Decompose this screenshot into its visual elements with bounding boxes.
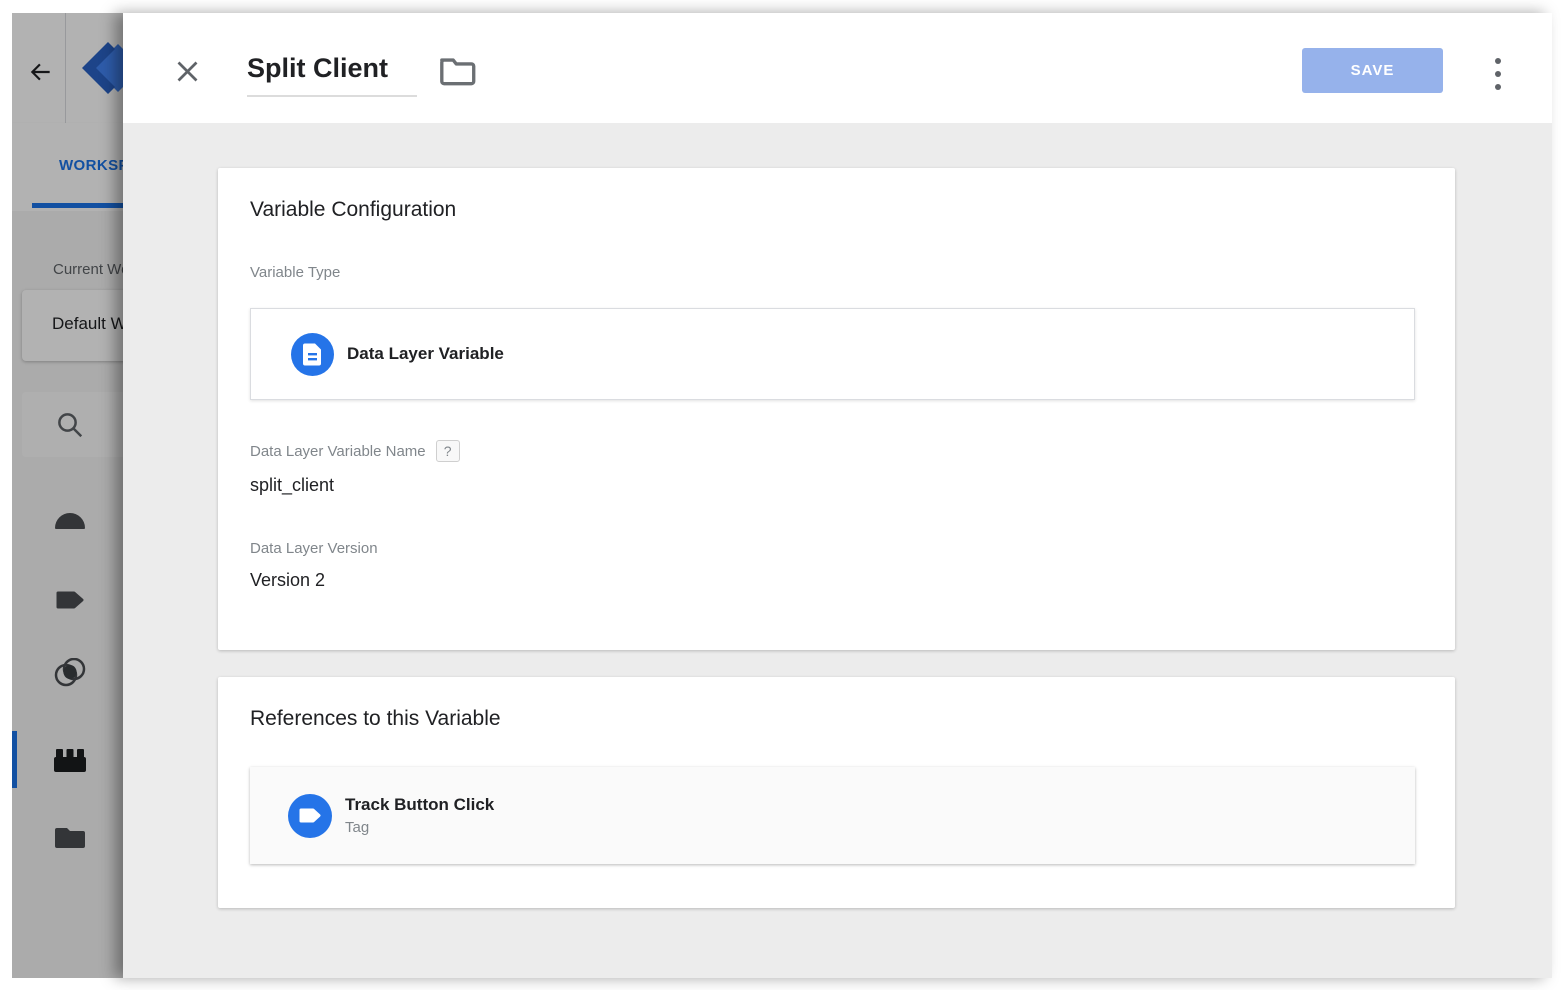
- dlv-version-label: Data Layer Version: [250, 540, 1423, 557]
- close-icon[interactable]: [173, 58, 201, 86]
- editor-content: Variable Configuration Variable Type Dat…: [123, 123, 1552, 978]
- editor-header: Split Client SAVE: [123, 13, 1552, 123]
- variable-type-selector[interactable]: Data Layer Variable: [250, 308, 1415, 400]
- data-layer-document-icon: [291, 333, 334, 376]
- card-title: References to this Variable: [250, 707, 1423, 731]
- dlv-name-value: split_client: [250, 475, 1423, 496]
- variable-editor-panel: Split Client SAVE Variable Configuration…: [123, 13, 1552, 978]
- modal-scrim: [12, 13, 123, 978]
- more-options-kebab-icon[interactable]: [1486, 56, 1510, 92]
- references-card: References to this Variable Track Button…: [218, 677, 1455, 908]
- variable-name-field[interactable]: Split Client: [247, 53, 417, 83]
- tag-label-icon: [288, 794, 332, 838]
- reference-item-row[interactable]: Track Button Click Tag: [250, 767, 1415, 864]
- gtm-app-window: WORKSPACE Current Workspace Default Work…: [12, 13, 1552, 978]
- save-button[interactable]: SAVE: [1302, 48, 1443, 93]
- variable-type-label: Variable Type: [250, 264, 1423, 281]
- move-to-folder-icon[interactable]: [437, 55, 477, 91]
- variable-configuration-card: Variable Configuration Variable Type Dat…: [218, 168, 1455, 650]
- dlv-version-value: Version 2: [250, 570, 1423, 591]
- workspace-sidebar: WORKSPACE Current Workspace Default Work…: [12, 13, 123, 978]
- title-underline: [247, 95, 417, 97]
- help-icon[interactable]: ?: [436, 440, 460, 462]
- reference-type: Tag: [345, 819, 494, 836]
- variable-type-name: Data Layer Variable: [347, 344, 504, 364]
- reference-title: Track Button Click: [345, 795, 494, 815]
- card-title: Variable Configuration: [250, 198, 1423, 222]
- dlv-name-label: Data Layer Variable Name: [250, 443, 426, 460]
